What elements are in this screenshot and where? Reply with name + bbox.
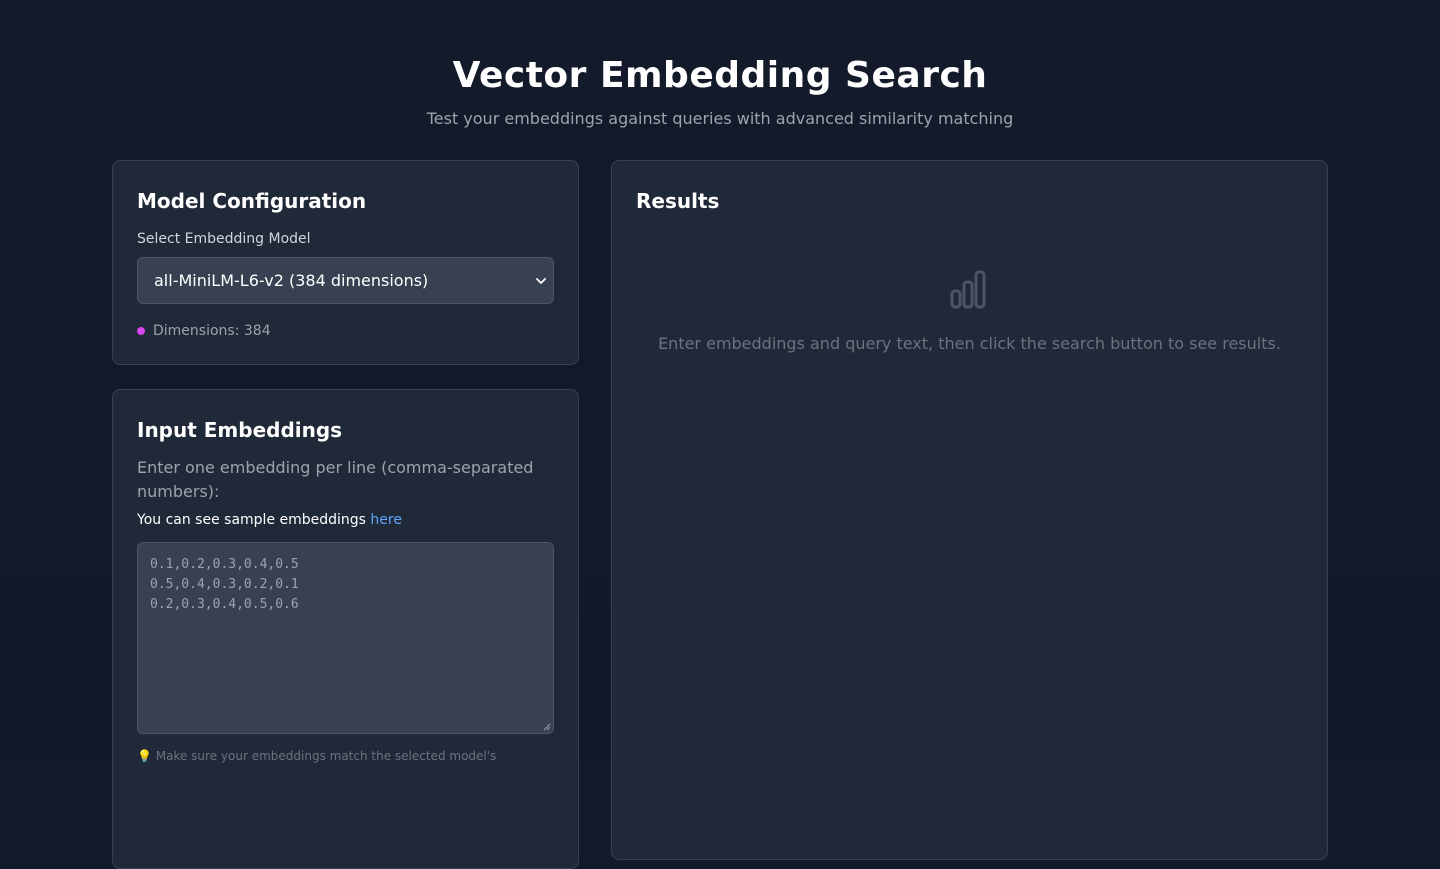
- page-subtitle: Test your embeddings against queries wit…: [426, 109, 1014, 128]
- status-dot: [137, 327, 145, 335]
- embedding-line: 0.1,0.2,0.3,0.4,0.5: [150, 557, 299, 572]
- resize-handle-icon[interactable]: [543, 723, 551, 731]
- embedding-line: 0.5,0.4,0.3,0.2,0.1: [150, 577, 299, 592]
- input-embeddings-card: Input Embeddings Enter one embedding per…: [112, 389, 579, 869]
- results-title: Results: [636, 189, 720, 213]
- main-layout: Model Configuration Select Embedding Mod…: [112, 160, 1328, 869]
- model-configuration-title: Model Configuration: [137, 189, 367, 213]
- page-title: Vector Embedding Search: [452, 55, 988, 96]
- bar-chart-icon: [950, 270, 985, 309]
- results-empty-state: Enter embeddings and query text, then cl…: [636, 269, 1303, 355]
- page-header: Vector Embedding Search Test your embedd…: [0, 0, 1440, 129]
- model-select-value: all-MiniLM-L6-v2 (384 dimensions): [154, 271, 429, 290]
- chevron-down-icon: [536, 278, 546, 284]
- model-configuration-card: Model Configuration Select Embedding Mod…: [112, 160, 579, 365]
- sample-embeddings-line: You can see sample embeddings here: [137, 510, 554, 530]
- input-embeddings-description: Enter one embedding per line (comma-sepa…: [137, 458, 534, 501]
- results-empty-message: Enter embeddings and query text, then cl…: [658, 334, 1281, 353]
- dimensions-text: Dimensions: 384: [153, 323, 271, 339]
- embeddings-hint: 💡 Make sure your embeddings match the se…: [137, 749, 497, 763]
- embedding-line: 0.2,0.3,0.4,0.5,0.6: [150, 597, 299, 612]
- sample-embeddings-text: You can see sample embeddings: [137, 512, 371, 528]
- dimensions-indicator: Dimensions: 384: [137, 322, 554, 340]
- sample-embeddings-link[interactable]: here: [370, 512, 402, 528]
- model-select[interactable]: all-MiniLM-L6-v2 (384 dimensions): [137, 257, 554, 304]
- results-card: Results Enter embeddings and query text,…: [611, 160, 1328, 860]
- input-embeddings-title: Input Embeddings: [137, 418, 343, 442]
- embeddings-textarea[interactable]: 0.1,0.2,0.3,0.4,0.5 0.5,0.4,0.3,0.2,0.1 …: [137, 542, 554, 734]
- select-model-label: Select Embedding Model: [137, 231, 311, 247]
